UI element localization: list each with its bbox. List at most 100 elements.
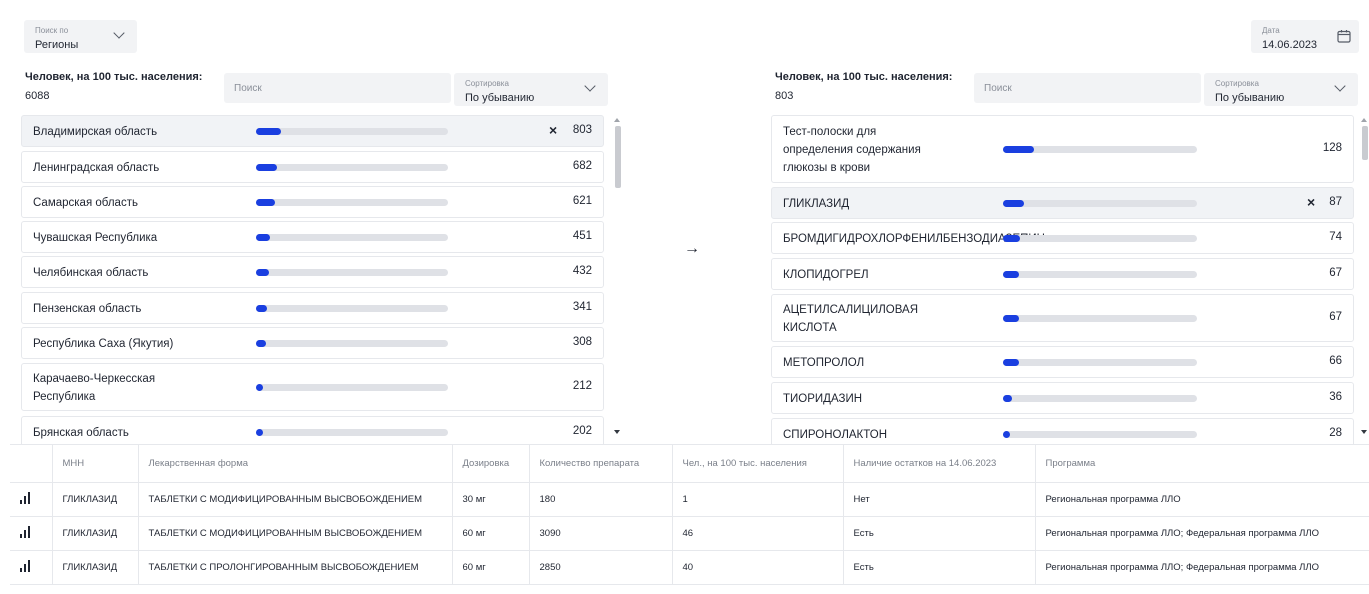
table-cell-icon: [10, 550, 53, 585]
list-item[interactable]: Самарская область 621: [21, 186, 604, 218]
date-caption: Дата: [1262, 26, 1280, 35]
value-bar-fill: [256, 340, 266, 347]
value-bar-fill: [256, 429, 263, 436]
list-item[interactable]: Тест-полоски для определения содержания …: [771, 115, 1354, 183]
close-icon[interactable]: ×: [1307, 194, 1315, 210]
list-item[interactable]: АЦЕТИЛСАЛИЦИЛОВАЯ КИСЛОТА 67: [771, 294, 1354, 342]
list-item-value: 74: [1329, 231, 1342, 243]
left-count-label: Человек, на 100 тыс. населения:: [25, 71, 203, 83]
right-sort-value: По убыванию: [1215, 92, 1285, 104]
list-item[interactable]: Пензенская область 341: [21, 292, 604, 324]
table-header[interactable]: Дозировка: [452, 444, 530, 483]
table-row[interactable]: ГЛИКЛАЗИД ТАБЛЕТКИ С МОДИФИЦИРОВАННЫМ ВЫС…: [10, 482, 1369, 517]
value-bar-track: [256, 305, 448, 312]
table-cell: ТАБЛЕТКИ С МОДИФИЦИРОВАННЫМ ВЫСВОБОЖДЕНИ…: [138, 516, 453, 551]
scroll-down-icon[interactable]: [1361, 430, 1367, 434]
value-bar-fill: [256, 164, 277, 171]
list-item-value: 451: [572, 230, 592, 242]
table-cell: Есть: [843, 516, 1036, 551]
table-header[interactable]: Наличие остатков на 14.06.2023: [843, 444, 1036, 483]
date-value: 14.06.2023: [1262, 39, 1318, 51]
value-bar-track: [256, 164, 448, 171]
table-cell: 30 мг: [452, 482, 530, 517]
value-bar-fill: [1003, 431, 1010, 438]
list-item-label: Брянская область: [33, 427, 129, 439]
left-search-input[interactable]: [224, 73, 451, 103]
value-bar-fill: [1003, 200, 1024, 207]
list-item[interactable]: Владимирская область × 803: [21, 115, 604, 147]
value-bar-track: [256, 384, 448, 391]
left-sort-select[interactable]: Сортировка По убыванию: [454, 73, 608, 106]
table-cell: Есть: [843, 550, 1036, 585]
table-row[interactable]: ГЛИКЛАЗИД ТАБЛЕТКИ С ПРОЛОНГИРОВАННЫМ ВЫС…: [10, 550, 1369, 585]
left-scrollbar[interactable]: [613, 114, 622, 444]
right-scrollbar[interactable]: [1360, 114, 1369, 444]
bar-chart-icon-bar: [20, 568, 22, 572]
right-sort-select[interactable]: Сортировка По убыванию: [1204, 73, 1358, 106]
list-item[interactable]: МЕТОПРОЛОЛ 66: [771, 346, 1354, 378]
left-scroll-thumb[interactable]: [615, 126, 621, 188]
right-search-input[interactable]: [974, 73, 1201, 103]
table-cell: 180: [529, 482, 673, 517]
bar-chart-icon[interactable]: [20, 526, 31, 538]
value-bar-track: [1003, 315, 1197, 322]
list-item[interactable]: Ленинградская область 682: [21, 151, 604, 183]
table-cell: ГЛИКЛАЗИД: [52, 482, 139, 517]
list-item[interactable]: Брянская область 202: [21, 416, 604, 444]
bar-chart-icon-bar: [20, 500, 22, 504]
right-count-label: Человек, на 100 тыс. населения:: [775, 71, 953, 83]
value-bar-fill: [1003, 315, 1019, 322]
table-header[interactable]: Чел., на 100 тыс. населения: [672, 444, 844, 483]
value-bar-fill: [256, 234, 270, 241]
bar-chart-icon[interactable]: [20, 560, 31, 572]
list-item-label: Чувашская Республика: [33, 232, 158, 244]
search-by-select[interactable]: Поиск по Регионы: [24, 20, 137, 53]
chevron-down-icon: [1334, 80, 1346, 92]
list-item[interactable]: Республика Саха (Якутия) 308: [21, 327, 604, 359]
list-item[interactable]: КЛОПИДОГРЕЛ 67: [771, 258, 1354, 290]
list-item-label: Ленинградская область: [33, 162, 160, 174]
list-item-value: 212: [572, 380, 592, 392]
table-header[interactable]: Лекарственная форма: [138, 444, 453, 483]
bar-chart-icon-bar: [20, 534, 22, 538]
value-bar-fill: [1003, 146, 1034, 153]
date-picker[interactable]: Дата 14.06.2023: [1251, 20, 1359, 53]
scroll-up-icon[interactable]: [614, 118, 620, 122]
right-count-value: 803: [775, 90, 794, 102]
list-item-value: 432: [572, 265, 592, 277]
bar-chart-icon-bar: [24, 564, 26, 572]
list-item-value: 128: [1322, 142, 1342, 154]
list-item[interactable]: Челябинская область 432: [21, 256, 604, 288]
right-sort-caption: Сортировка: [1215, 79, 1259, 88]
list-item[interactable]: ТИОРИДАЗИН 36: [771, 382, 1354, 414]
list-item[interactable]: ГЛИКЛАЗИД × 87: [771, 187, 1354, 219]
value-bar-track: [256, 269, 448, 276]
value-bar-track: [1003, 200, 1197, 207]
value-bar-track: [256, 199, 448, 206]
table-cell: 2850: [529, 550, 673, 585]
value-bar-fill: [1003, 271, 1019, 278]
list-item[interactable]: Карачаево-Черкесская Республика 212: [21, 363, 604, 411]
value-bar-track: [256, 429, 448, 436]
table-header[interactable]: МНН: [52, 444, 139, 483]
search-by-value: Регионы: [35, 39, 79, 51]
list-item-value: 67: [1329, 267, 1342, 279]
value-bar-track: [1003, 359, 1197, 366]
right-scroll-thumb[interactable]: [1362, 126, 1368, 160]
scroll-up-icon[interactable]: [1361, 118, 1367, 122]
list-item[interactable]: СПИРОНОЛАКТОН 28: [771, 418, 1354, 444]
bar-chart-icon-bar: [28, 492, 30, 504]
table-row[interactable]: ГЛИКЛАЗИД ТАБЛЕТКИ С МОДИФИЦИРОВАННЫМ ВЫС…: [10, 516, 1369, 551]
scroll-down-icon[interactable]: [614, 430, 620, 434]
table-header[interactable]: Количество препарата: [529, 444, 673, 483]
list-item[interactable]: Чувашская Республика 451: [21, 221, 604, 253]
value-bar-fill: [256, 128, 281, 135]
value-bar-fill: [256, 384, 263, 391]
list-item[interactable]: БРОМДИГИДРОХЛОРФЕНИЛБЕНЗОДИАЗЕПИН 74: [771, 222, 1354, 254]
table-cell: Нет: [843, 482, 1036, 517]
close-icon[interactable]: ×: [549, 122, 557, 138]
calendar-icon: [1337, 30, 1351, 43]
value-bar-track: [1003, 395, 1197, 402]
bar-chart-icon[interactable]: [20, 492, 31, 504]
table-header[interactable]: Программа: [1035, 444, 1369, 483]
